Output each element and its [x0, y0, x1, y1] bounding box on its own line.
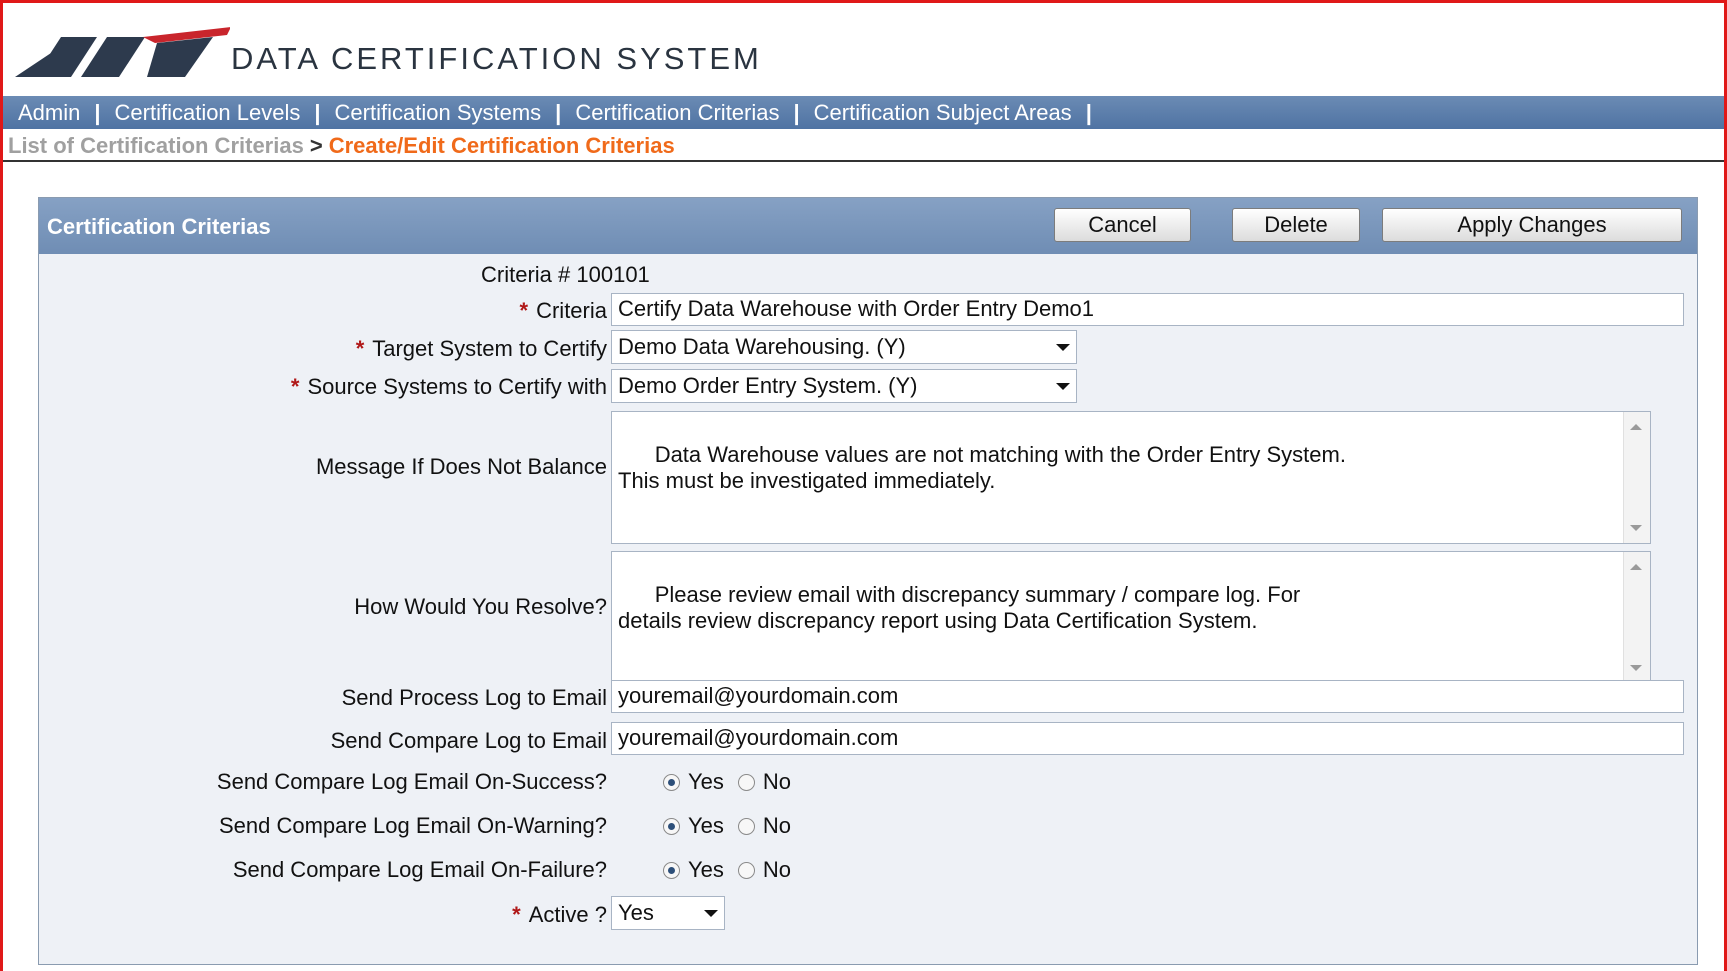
scroll-down-icon[interactable]: [1630, 525, 1642, 531]
app-title: DATA CERTIFICATION SYSTEM: [231, 41, 762, 76]
delete-button[interactable]: Delete: [1232, 208, 1360, 242]
scroll-down-icon[interactable]: [1630, 665, 1642, 671]
on-success-radio-group: Yes No: [663, 769, 805, 795]
process-log-email-label: Send Process Log to Email: [341, 685, 607, 710]
active-label-row: * Active ?: [512, 902, 607, 928]
resolve-scrollbar[interactable]: [1623, 552, 1650, 683]
criteria-number-row: Criteria # 100101: [481, 262, 650, 288]
app-header: DATA CERTIFICATION SYSTEM: [3, 3, 1724, 95]
chevron-down-icon: [704, 909, 718, 917]
message-scrollbar[interactable]: [1623, 412, 1650, 543]
nav-separator: |: [314, 99, 321, 125]
required-marker: *: [290, 374, 300, 399]
nav-separator: |: [555, 99, 562, 125]
message-label: Message If Does Not Balance: [315, 454, 607, 479]
radio-no-label: No: [762, 769, 792, 794]
nav-separator: |: [793, 99, 800, 125]
criteria-label-row: * Criteria: [520, 298, 607, 324]
criteria-input[interactable]: Certify Data Warehouse with Order Entry …: [611, 293, 1684, 326]
required-marker: *: [512, 902, 521, 927]
breadcrumb-current: Create/Edit Certification Criterias: [328, 133, 675, 158]
active-select[interactable]: Yes: [611, 896, 725, 930]
message-textarea[interactable]: Data Warehouse values are not matching w…: [611, 411, 1651, 544]
on-failure-radio-group: Yes No: [663, 857, 805, 883]
apply-changes-button[interactable]: Apply Changes: [1382, 208, 1682, 242]
header-divider: [3, 160, 1724, 162]
on-success-yes-radio[interactable]: [663, 773, 680, 791]
on-warning-radio-group: Yes No: [663, 813, 805, 839]
resolve-textarea[interactable]: Please review email with discrepancy sum…: [611, 551, 1651, 684]
compare-log-email-label: Send Compare Log to Email: [330, 728, 607, 753]
source-systems-label: Source Systems to Certify with: [307, 374, 607, 399]
radio-yes-label: Yes: [688, 769, 724, 794]
target-system-label: Target System to Certify: [372, 336, 607, 361]
on-success-label: Send Compare Log Email On-Success?: [216, 769, 607, 794]
process-log-email-input[interactable]: youremail@yourdomain.com: [611, 680, 1684, 713]
target-system-value: Demo Data Warehousing. (Y): [618, 334, 906, 359]
scroll-up-icon[interactable]: [1630, 424, 1642, 430]
on-warning-label: Send Compare Log Email On-Warning?: [218, 813, 607, 838]
nav-item-certification-criterias[interactable]: Certification Criterias: [575, 100, 779, 126]
resolve-label: How Would You Resolve?: [354, 594, 607, 619]
source-systems-select[interactable]: Demo Order Entry System. (Y): [611, 369, 1077, 403]
nav-item-certification-levels[interactable]: Certification Levels: [115, 100, 301, 126]
nav-separator: |: [94, 99, 101, 125]
cancel-button[interactable]: Cancel: [1054, 208, 1191, 242]
nav-item-admin[interactable]: Admin: [18, 100, 80, 126]
chevron-down-icon: [1056, 382, 1070, 390]
on-failure-label: Send Compare Log Email On-Failure?: [232, 857, 607, 882]
radio-no-label: No: [762, 813, 792, 838]
on-failure-no-radio[interactable]: [737, 861, 755, 879]
required-marker: *: [355, 336, 365, 361]
on-success-no-radio[interactable]: [737, 773, 755, 791]
company-logo: [15, 23, 231, 84]
radio-yes-label: Yes: [688, 813, 724, 838]
scroll-up-icon[interactable]: [1630, 564, 1642, 570]
compare-log-email-input[interactable]: youremail@yourdomain.com: [611, 722, 1684, 755]
panel-title: Certification Criterias: [47, 214, 271, 239]
nav-item-certification-subject-areas[interactable]: Certification Subject Areas: [814, 100, 1072, 126]
on-failure-yes-radio[interactable]: [663, 861, 680, 879]
criteria-label: Criteria: [536, 298, 607, 323]
target-system-label-row: * Target System to Certify: [356, 336, 607, 362]
source-systems-label-row: * Source Systems to Certify with: [291, 374, 607, 400]
active-value: Yes: [618, 900, 654, 925]
criteria-number-label: Criteria #: [481, 262, 571, 287]
message-text: Data Warehouse values are not matching w…: [618, 442, 1346, 493]
top-nav: Admin | Certification Levels | Certifica…: [3, 96, 1724, 129]
on-warning-no-radio[interactable]: [737, 817, 755, 835]
criteria-number-value: 100101: [576, 262, 650, 287]
breadcrumb-arrow: >: [309, 133, 323, 158]
nav-item-certification-systems[interactable]: Certification Systems: [335, 100, 542, 126]
chevron-down-icon: [1056, 343, 1070, 351]
breadcrumb: List of Certification Criterias > Create…: [8, 131, 675, 161]
active-label: Active ?: [528, 902, 607, 927]
radio-yes-label: Yes: [688, 857, 724, 882]
on-warning-yes-radio[interactable]: [663, 817, 680, 835]
criteria-panel: Certification Criterias Cancel Delete Ap…: [38, 197, 1698, 965]
breadcrumb-parent-link[interactable]: List of Certification Criterias: [8, 133, 304, 159]
resolve-text: Please review email with discrepancy sum…: [618, 582, 1301, 633]
panel-header: Certification Criterias Cancel Delete Ap…: [39, 198, 1697, 254]
target-system-select[interactable]: Demo Data Warehousing. (Y): [611, 330, 1077, 364]
required-marker: *: [519, 298, 529, 323]
source-systems-value: Demo Order Entry System. (Y): [618, 373, 918, 398]
nav-separator: |: [1085, 99, 1092, 125]
radio-no-label: No: [762, 857, 792, 882]
